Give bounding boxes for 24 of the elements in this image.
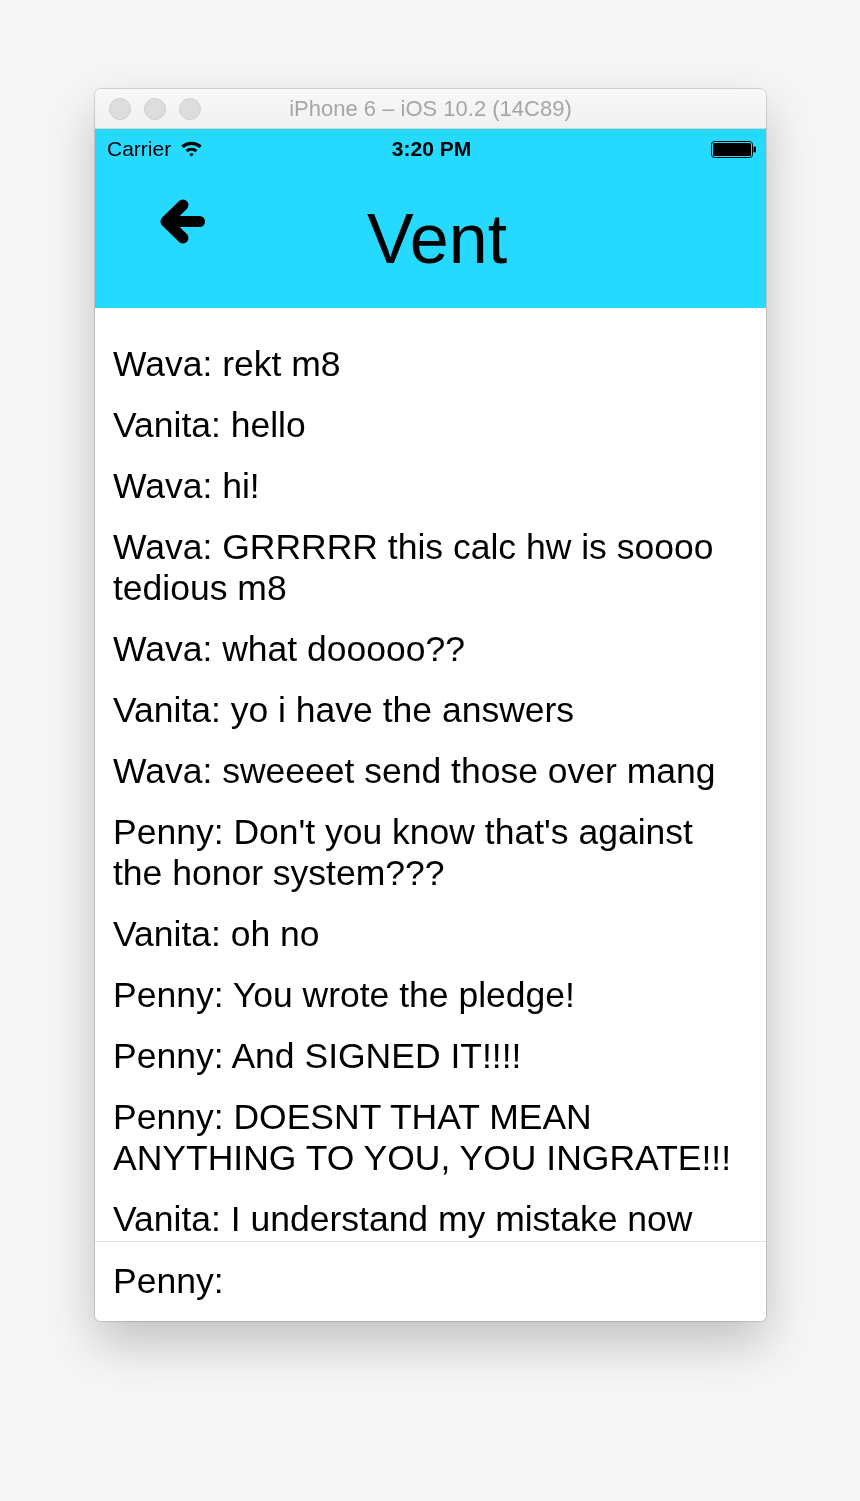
wifi-icon [181, 141, 203, 157]
chat-message: Vanita: hello [112, 404, 307, 447]
carrier-label: Carrier [107, 137, 172, 161]
close-button[interactable] [109, 97, 131, 120]
chat-message: Wava: sweeeet send those over mang [112, 750, 717, 793]
zoom-button[interactable] [179, 97, 201, 120]
window-title: iPhone 6 – iOS 10.2 (14C89) [289, 95, 572, 122]
chat-message: Vanita: yo i have the answers [112, 689, 576, 732]
chat-message: Vanita: I understand my mistake now [112, 1198, 694, 1241]
chat-message: Wava: what dooooo?? [112, 628, 466, 671]
chat-message: Penny: And SIGNED IT!!!! [112, 1035, 523, 1078]
chat-message: Wava: rekt m8 [112, 343, 342, 386]
status-time: 3:20 PM [391, 137, 472, 161]
chat-message: Wava: hi! [112, 465, 261, 508]
chat-message: Penny: Don't you know that's against the honor system??? [112, 811, 694, 895]
chat-message: Wava: GRRRRR this calc hw is soooo tedious m8 [112, 526, 715, 610]
battery-icon [711, 140, 756, 158]
message-input[interactable]: Penny: [95, 1241, 766, 1321]
chat-message: Vanita: oh no [112, 913, 321, 956]
chat-message: Penny: DOESNT THAT MEAN ANYTHING TO YOU, YOU INGRATE!!! [112, 1096, 733, 1180]
minimize-button[interactable] [144, 97, 166, 120]
back-button[interactable] [160, 198, 205, 245]
screen-title: Vent [367, 204, 508, 274]
chat-message: Penny: You wrote the pledge! [112, 974, 576, 1017]
